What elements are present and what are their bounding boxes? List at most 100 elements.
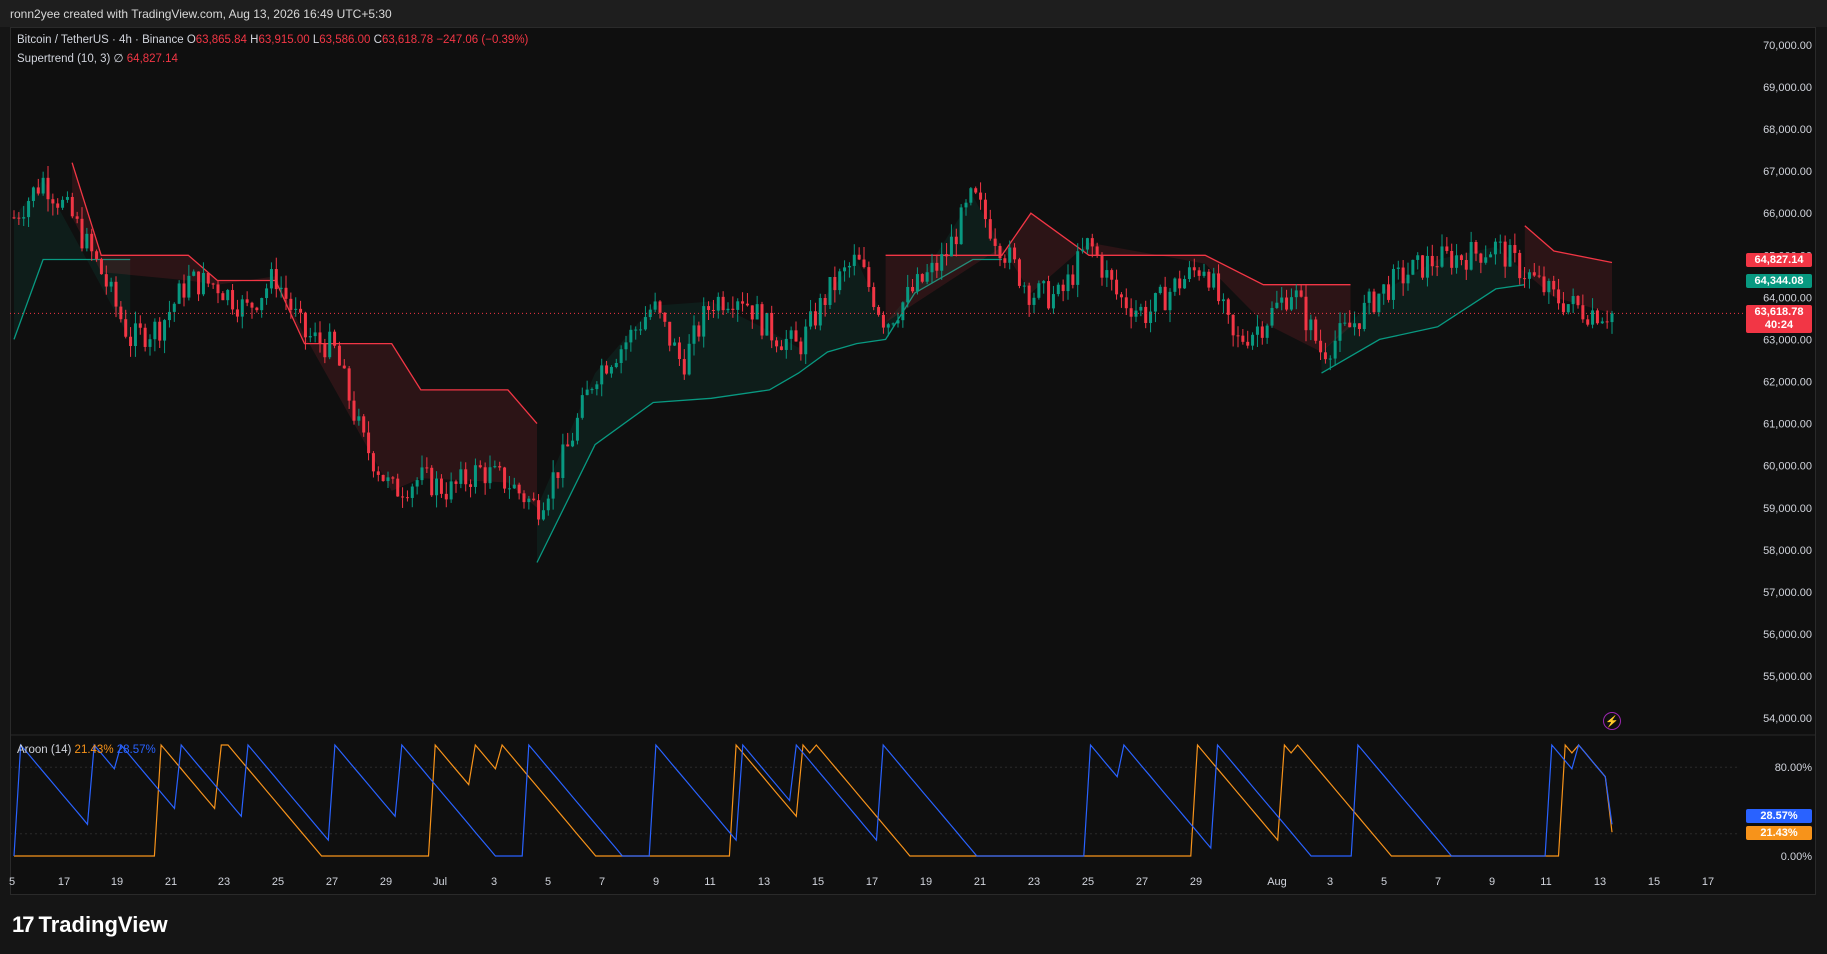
candle-body <box>1100 255 1104 278</box>
candle-body <box>517 484 521 494</box>
time-axis-label: Jul <box>433 876 447 888</box>
candle-body <box>27 201 31 218</box>
aroon-legend[interactable]: Aroon (14) 21.43% 28.57% <box>17 744 156 756</box>
candle-body <box>274 269 278 290</box>
candle-body <box>867 267 871 288</box>
price-axis-label: 63,000.00 <box>1763 334 1812 346</box>
candle-body <box>1066 274 1070 292</box>
candle-body <box>1017 259 1021 286</box>
candle-body <box>493 466 497 468</box>
candle-body <box>503 467 507 489</box>
candle-body <box>522 493 526 503</box>
candle-body <box>843 267 847 272</box>
aroon-axis-label: 80.00% <box>1775 762 1813 774</box>
candle-body <box>862 259 866 268</box>
candle-body <box>1382 284 1386 294</box>
candle-body <box>318 332 322 344</box>
candle-body <box>901 302 905 321</box>
candle-body <box>609 367 613 374</box>
candle-body <box>1022 285 1026 287</box>
candle-body <box>1489 254 1493 258</box>
candle-body <box>590 389 594 391</box>
alert-bolt-icon[interactable]: ⚡ <box>1603 712 1621 730</box>
candle-body <box>945 254 949 257</box>
aroon-down-tag: 28.57% <box>1746 809 1812 823</box>
candle-body <box>702 306 706 337</box>
candle-body <box>109 281 113 287</box>
candle-body <box>935 262 939 271</box>
candle-body <box>794 330 798 342</box>
candle-body <box>1547 280 1551 293</box>
candle-body <box>133 323 137 347</box>
time-axis-label: 13 <box>758 876 770 888</box>
candle-body <box>1571 296 1575 305</box>
candle-body <box>279 287 283 290</box>
candle-body <box>31 187 35 202</box>
candle-body <box>906 286 910 303</box>
candle-body <box>1493 241 1497 255</box>
candle-body <box>1027 285 1031 305</box>
candle-body <box>663 312 667 322</box>
candle-body <box>1285 297 1289 310</box>
candle-body <box>357 416 361 421</box>
candle-body <box>1367 291 1371 303</box>
time-axis-label: 13 <box>1594 876 1606 888</box>
candle-body <box>1042 281 1046 284</box>
candle-body <box>818 298 822 326</box>
candle-body <box>1469 242 1473 270</box>
candle-body <box>1605 321 1609 323</box>
tradingview-brand[interactable]: 17 TradingView <box>12 912 168 938</box>
candle-body <box>979 192 983 200</box>
candle-body <box>595 384 599 390</box>
candle-body <box>284 287 288 299</box>
price-axis-label: 67,000.00 <box>1763 166 1812 178</box>
candle-body <box>653 301 657 310</box>
candle-body <box>1221 299 1225 302</box>
candle-body <box>435 478 439 496</box>
candle-body <box>245 299 249 303</box>
candle-body <box>779 346 783 350</box>
candle-body <box>1372 291 1376 313</box>
candle-body <box>1391 268 1395 300</box>
time-axis-label: 7 <box>599 876 605 888</box>
candle-body <box>1299 290 1303 297</box>
candle-body <box>1484 257 1488 263</box>
candle-body <box>1416 255 1420 260</box>
green-price-tag: 64,344.08 <box>1746 274 1812 288</box>
time-axis-label: 9 <box>1489 876 1495 888</box>
candle-body <box>143 327 147 347</box>
candle-body <box>454 481 458 484</box>
candle-body <box>177 283 181 304</box>
change-value: −247.06 (−0.39%) <box>436 34 529 46</box>
candle-body <box>1425 255 1429 278</box>
aroon-name: Aroon (14) <box>17 744 72 756</box>
candle-body <box>1576 296 1580 306</box>
candle-body <box>1105 270 1109 278</box>
price-axis-label: 66,000.00 <box>1763 208 1812 220</box>
price-chart[interactable]: 70,000.00 69,000.00 68,000.00 67,000.00 66,0… <box>0 0 1827 954</box>
candle-body <box>206 272 210 284</box>
candle-body <box>1265 325 1269 338</box>
candle-body <box>187 275 191 298</box>
candle-body <box>99 258 103 275</box>
candle-body <box>896 320 900 324</box>
candle-body <box>726 308 730 311</box>
hidden-icon[interactable]: ∅ <box>114 53 124 65</box>
candle-body <box>1561 303 1565 313</box>
candle-body <box>668 321 672 346</box>
candle-body <box>260 298 264 311</box>
candle-body <box>70 196 74 217</box>
candle-body <box>993 238 997 246</box>
candle-body <box>1566 304 1570 313</box>
candle-body <box>1406 274 1410 284</box>
candle-body <box>221 293 225 301</box>
candle-body <box>527 498 531 503</box>
candle-body <box>1309 319 1313 331</box>
candle-body <box>682 359 686 375</box>
candle-body <box>639 329 643 331</box>
candle-body <box>1236 335 1240 337</box>
candle-body <box>1319 340 1323 353</box>
time-axis-label: 23 <box>218 876 230 888</box>
indicator-legend[interactable]: Supertrend (10, 3) ∅ 64,827.14 <box>17 51 178 65</box>
candle-body <box>886 324 890 328</box>
